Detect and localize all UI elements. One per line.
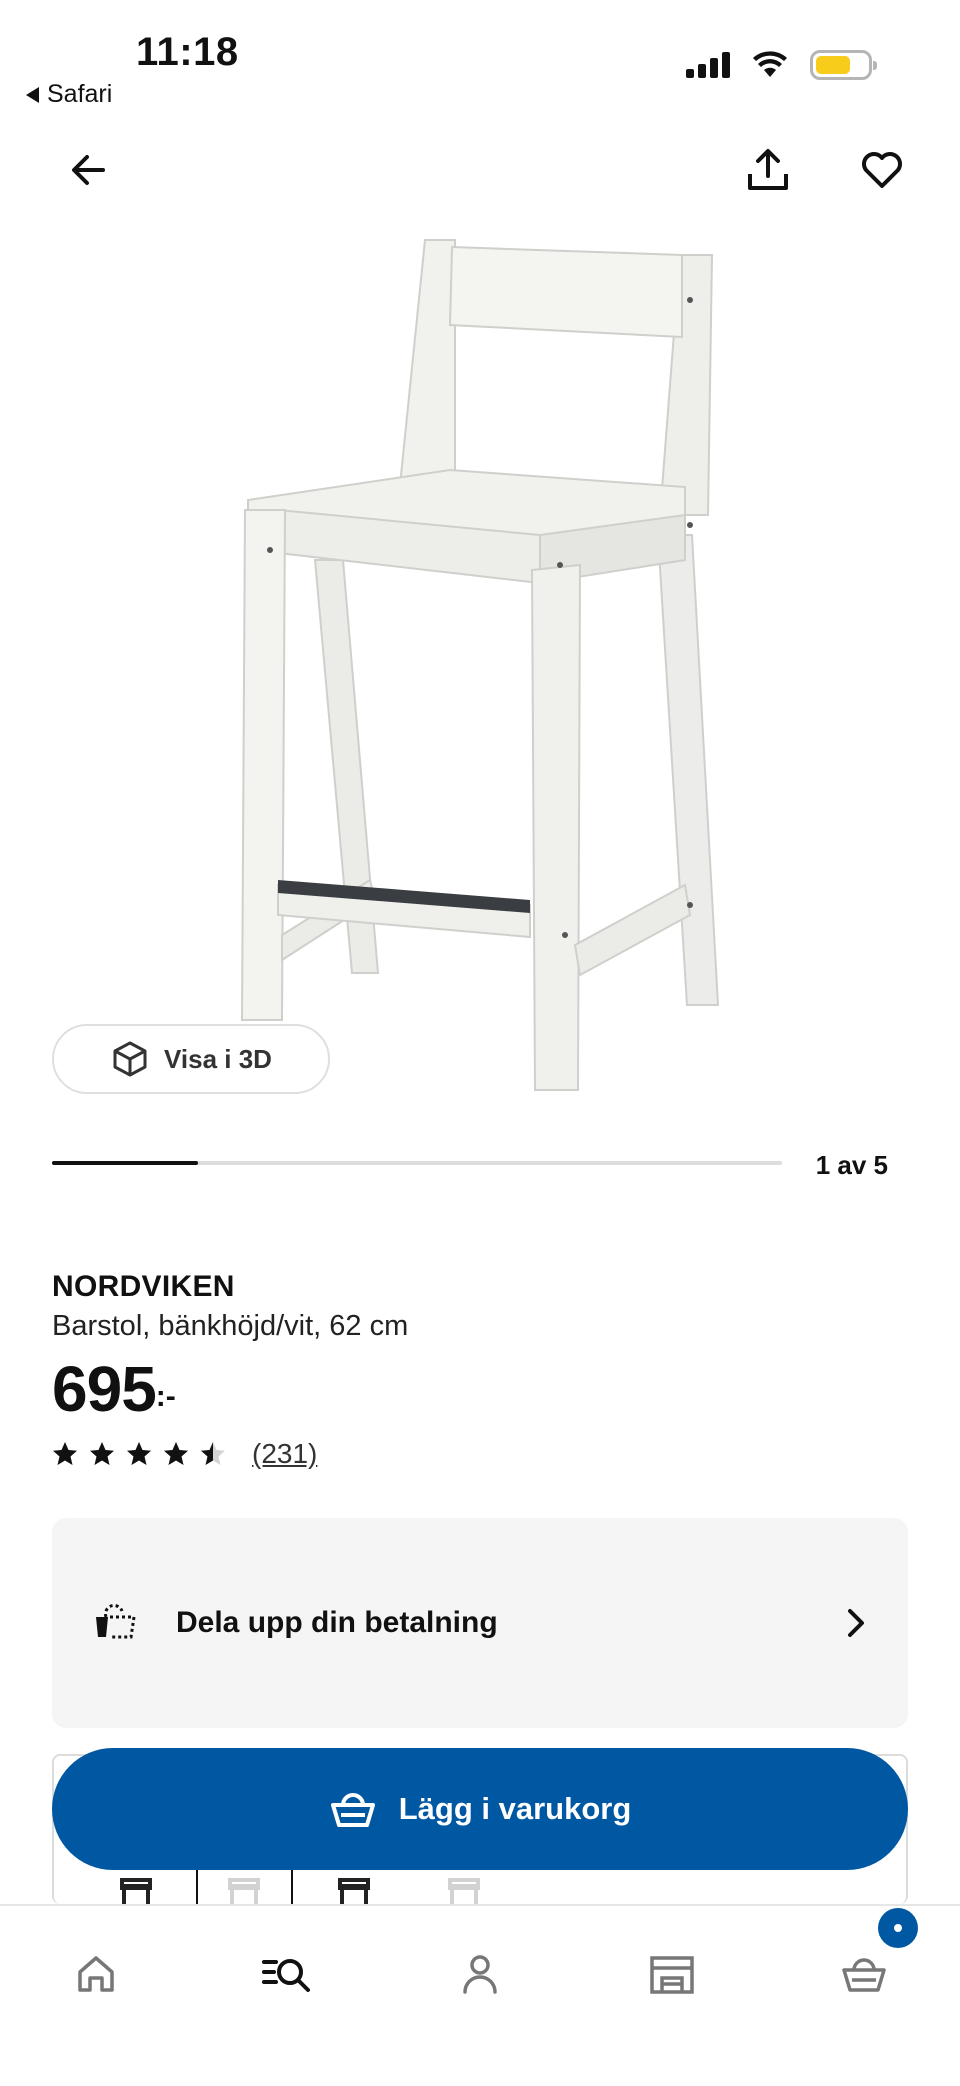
store-icon (650, 1956, 694, 1994)
product-rating[interactable]: (231) (52, 1438, 317, 1470)
favorite-button[interactable] (852, 140, 912, 200)
split-payment-icon (96, 1603, 136, 1639)
back-button[interactable] (58, 140, 118, 200)
price-amount: 695 (52, 1353, 157, 1425)
star-icon (201, 1442, 225, 1465)
safari-back-label: Safari (47, 80, 113, 108)
tab-stores[interactable] (640, 1942, 704, 2006)
tab-home[interactable] (64, 1942, 128, 2006)
person-icon (463, 1955, 497, 1994)
chevron-right-icon (848, 1609, 864, 1637)
rating-stars (52, 1441, 226, 1467)
cellular-signal-icon (686, 52, 730, 78)
star-icon (53, 1442, 77, 1465)
status-indicators (686, 50, 877, 80)
view-in-3d-button[interactable]: Visa i 3D (52, 1024, 330, 1094)
add-to-cart-button[interactable]: Lägg i varukorg (52, 1748, 908, 1870)
tab-profile[interactable] (448, 1942, 512, 2006)
variant-thumb-white-2[interactable] (444, 1876, 484, 1904)
split-payment-card[interactable]: Dela upp din betalning (52, 1518, 908, 1728)
carousel-page-indicator: 1 av 5 (815, 1150, 888, 1180)
product-image[interactable] (230, 225, 730, 1095)
product-description: Barstol, bänkhöjd/vit, 62 cm (52, 1310, 409, 1342)
star-icon (164, 1442, 188, 1465)
split-payment-label: Dela upp din betalning (176, 1606, 498, 1639)
carousel-progress-fill (52, 1161, 198, 1165)
product-name: NORDVIKEN (52, 1270, 235, 1303)
arrow-left-icon (72, 155, 105, 185)
review-count-link[interactable]: (231) (252, 1438, 317, 1470)
star-icon (90, 1442, 114, 1465)
safari-back-link[interactable]: Safari (26, 80, 112, 109)
variant-divider (196, 1868, 198, 1904)
heart-icon (862, 152, 902, 188)
basket-icon (330, 1793, 375, 1827)
wifi-icon (753, 51, 787, 77)
view-in-3d-label: Visa i 3D (164, 1043, 272, 1074)
price-suffix: :- (155, 1380, 176, 1413)
battery-icon (810, 50, 877, 80)
variant-thumb-white[interactable] (224, 1876, 264, 1904)
variant-thumb-black-2[interactable] (334, 1876, 374, 1904)
share-icon (748, 149, 788, 190)
star-icon (127, 1442, 151, 1465)
variant-divider (291, 1868, 293, 1904)
cart-badge (878, 1908, 918, 1948)
tab-search[interactable] (254, 1942, 318, 2006)
search-list-icon (262, 1959, 310, 1992)
product-price: 695 :- (52, 1352, 176, 1426)
cube-3d-icon (113, 1041, 147, 1077)
tab-cart[interactable] (832, 1942, 896, 2006)
carousel-progress (52, 1161, 782, 1165)
basket-icon (842, 1958, 886, 1992)
status-time: 11:18 (136, 30, 239, 74)
back-triangle-icon (26, 86, 39, 103)
share-button[interactable] (738, 140, 798, 200)
home-icon (78, 1956, 114, 1992)
add-to-cart-label: Lägg i varukorg (398, 1791, 632, 1826)
bottom-tab-bar (0, 1904, 960, 2086)
variant-thumb-black[interactable] (116, 1876, 156, 1904)
